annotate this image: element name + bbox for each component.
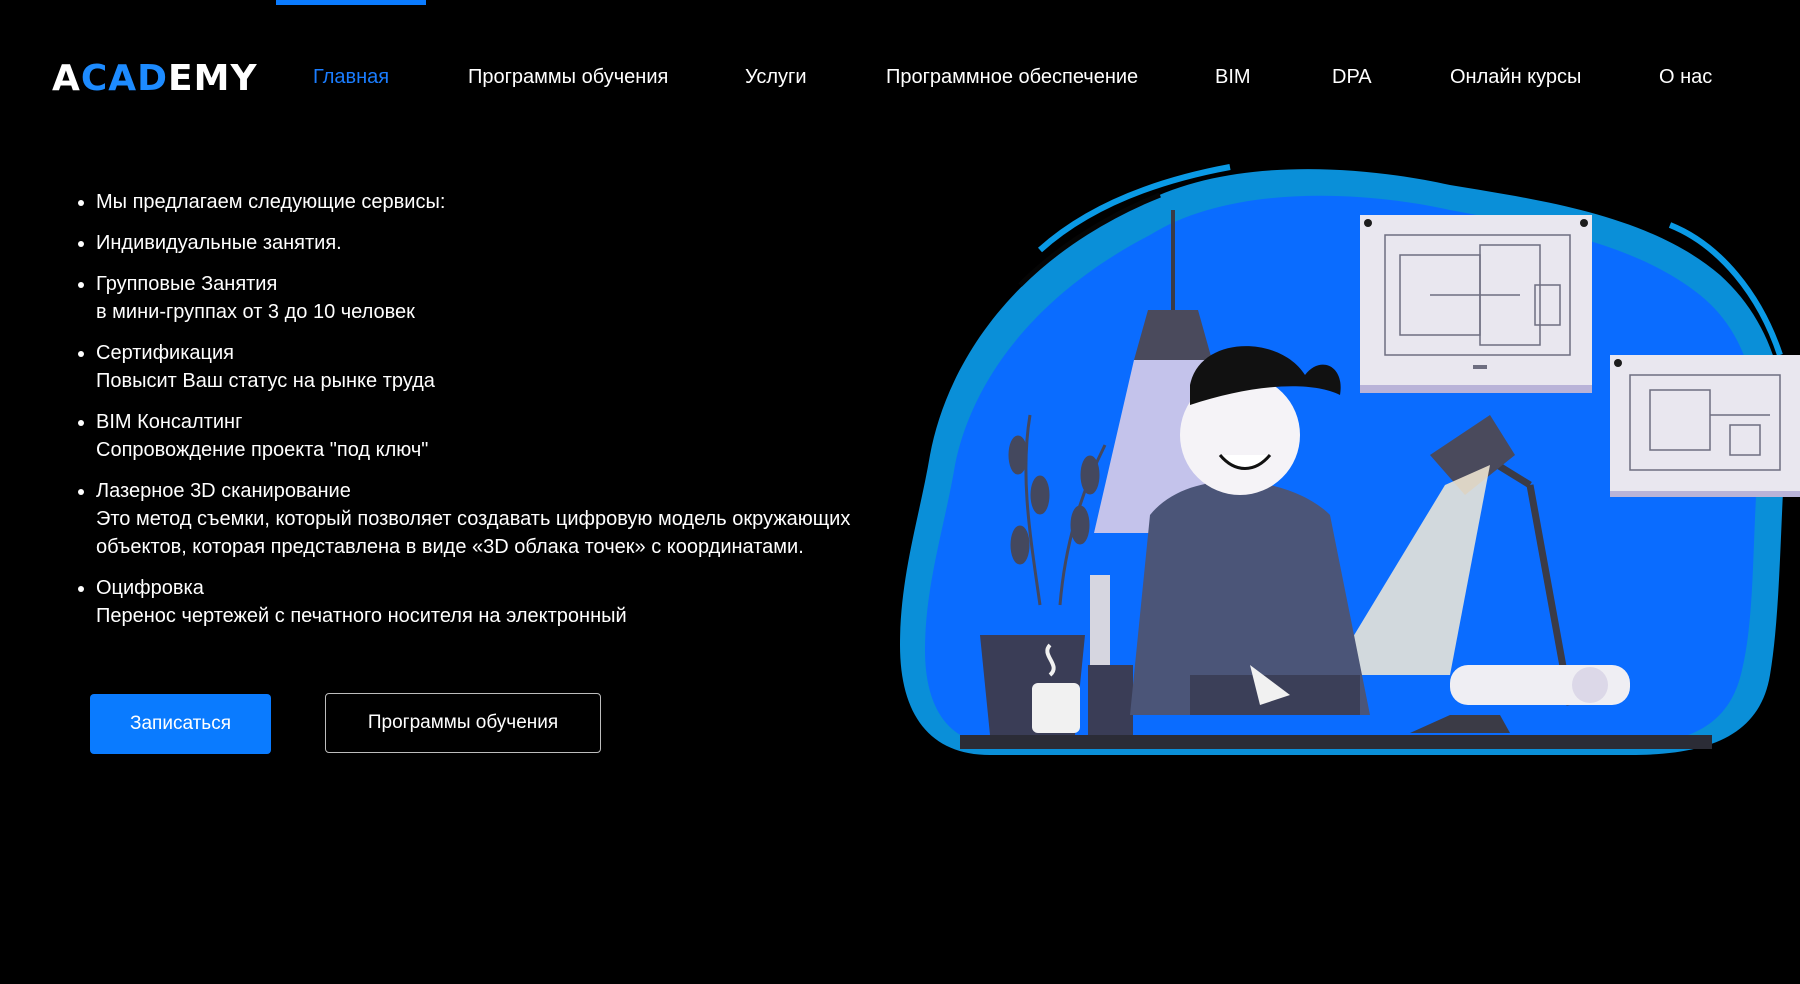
service-item-bim-consulting: BIM Консалтинг Сопровождение проекта "по…	[96, 408, 870, 464]
nav-item-about[interactable]: О нас	[1659, 66, 1712, 89]
main-navigation: Главная Программы обучения Услуги Програ…	[0, 66, 1800, 96]
service-title: Оцифровка	[96, 577, 204, 599]
service-title: Мы предлагаем следующие сервисы:	[96, 191, 446, 213]
blueprint-frame	[1610, 355, 1800, 495]
nav-item-software[interactable]: Программное обеспечение	[886, 66, 1138, 89]
service-description: Перенос чертежей с печатного носителя на…	[96, 605, 627, 627]
pin-icon	[1614, 359, 1622, 367]
service-title: Сертификация	[96, 342, 234, 364]
service-item-certification: Сертификация Повысит Ваш статус на рынке…	[96, 339, 870, 395]
services-section: Мы предлагаем следующие сервисы: Индивид…	[70, 188, 870, 643]
blueprint-frame	[1360, 215, 1592, 390]
blueprint-shadow	[1360, 385, 1592, 393]
illustration-svg	[900, 164, 1800, 755]
student-drawing-illustration	[890, 155, 1800, 765]
service-item-intro: Мы предлагаем следующие сервисы:	[96, 188, 870, 216]
paper-roll-end	[1572, 667, 1608, 703]
pin-icon	[1364, 219, 1372, 227]
services-list: Мы предлагаем следующие сервисы: Индивид…	[70, 188, 870, 630]
service-title: Групповые Занятия	[96, 273, 278, 295]
pencil-holder-icon	[1088, 665, 1133, 735]
service-description: в мини-группах от 3 до 10 человек	[96, 301, 415, 323]
signup-button[interactable]: Записаться	[90, 694, 271, 754]
nav-item-programs[interactable]: Программы обучения	[468, 66, 668, 89]
service-title: Лазерное 3D сканирование	[96, 480, 351, 502]
service-item-group: Групповые Занятия в мини-группах от 3 до…	[96, 270, 870, 326]
service-description: Повысит Ваш статус на рынке труда	[96, 370, 435, 392]
programs-button[interactable]: Программы обучения	[325, 693, 601, 753]
service-item-laser-scanning: Лазерное 3D сканирование Это метод съемк…	[96, 477, 870, 561]
service-description: Это метод съемки, который позволяет созд…	[96, 508, 851, 558]
nav-item-services[interactable]: Услуги	[745, 66, 807, 89]
nav-item-dpa[interactable]: DPA	[1332, 66, 1372, 89]
active-tab-indicator	[276, 0, 426, 5]
nav-item-online-courses[interactable]: Онлайн курсы	[1450, 66, 1581, 89]
pin-icon	[1580, 219, 1588, 227]
service-title: BIM Консалтинг	[96, 411, 243, 433]
blueprint-label	[1473, 365, 1487, 369]
desk	[960, 735, 1712, 749]
service-item-individual: Индивидуальные занятия.	[96, 229, 870, 257]
mug-icon	[1032, 683, 1080, 733]
nav-item-home[interactable]: Главная	[313, 66, 389, 89]
blueprint-shadow	[1610, 491, 1800, 497]
nav-item-bim[interactable]: BIM	[1215, 66, 1251, 89]
service-description: Сопровождение проекта "под ключ"	[96, 439, 429, 461]
ruler-icon	[1090, 575, 1110, 675]
service-item-digitization: Оцифровка Перенос чертежей с печатного н…	[96, 574, 870, 630]
service-title: Индивидуальные занятия.	[96, 232, 342, 254]
